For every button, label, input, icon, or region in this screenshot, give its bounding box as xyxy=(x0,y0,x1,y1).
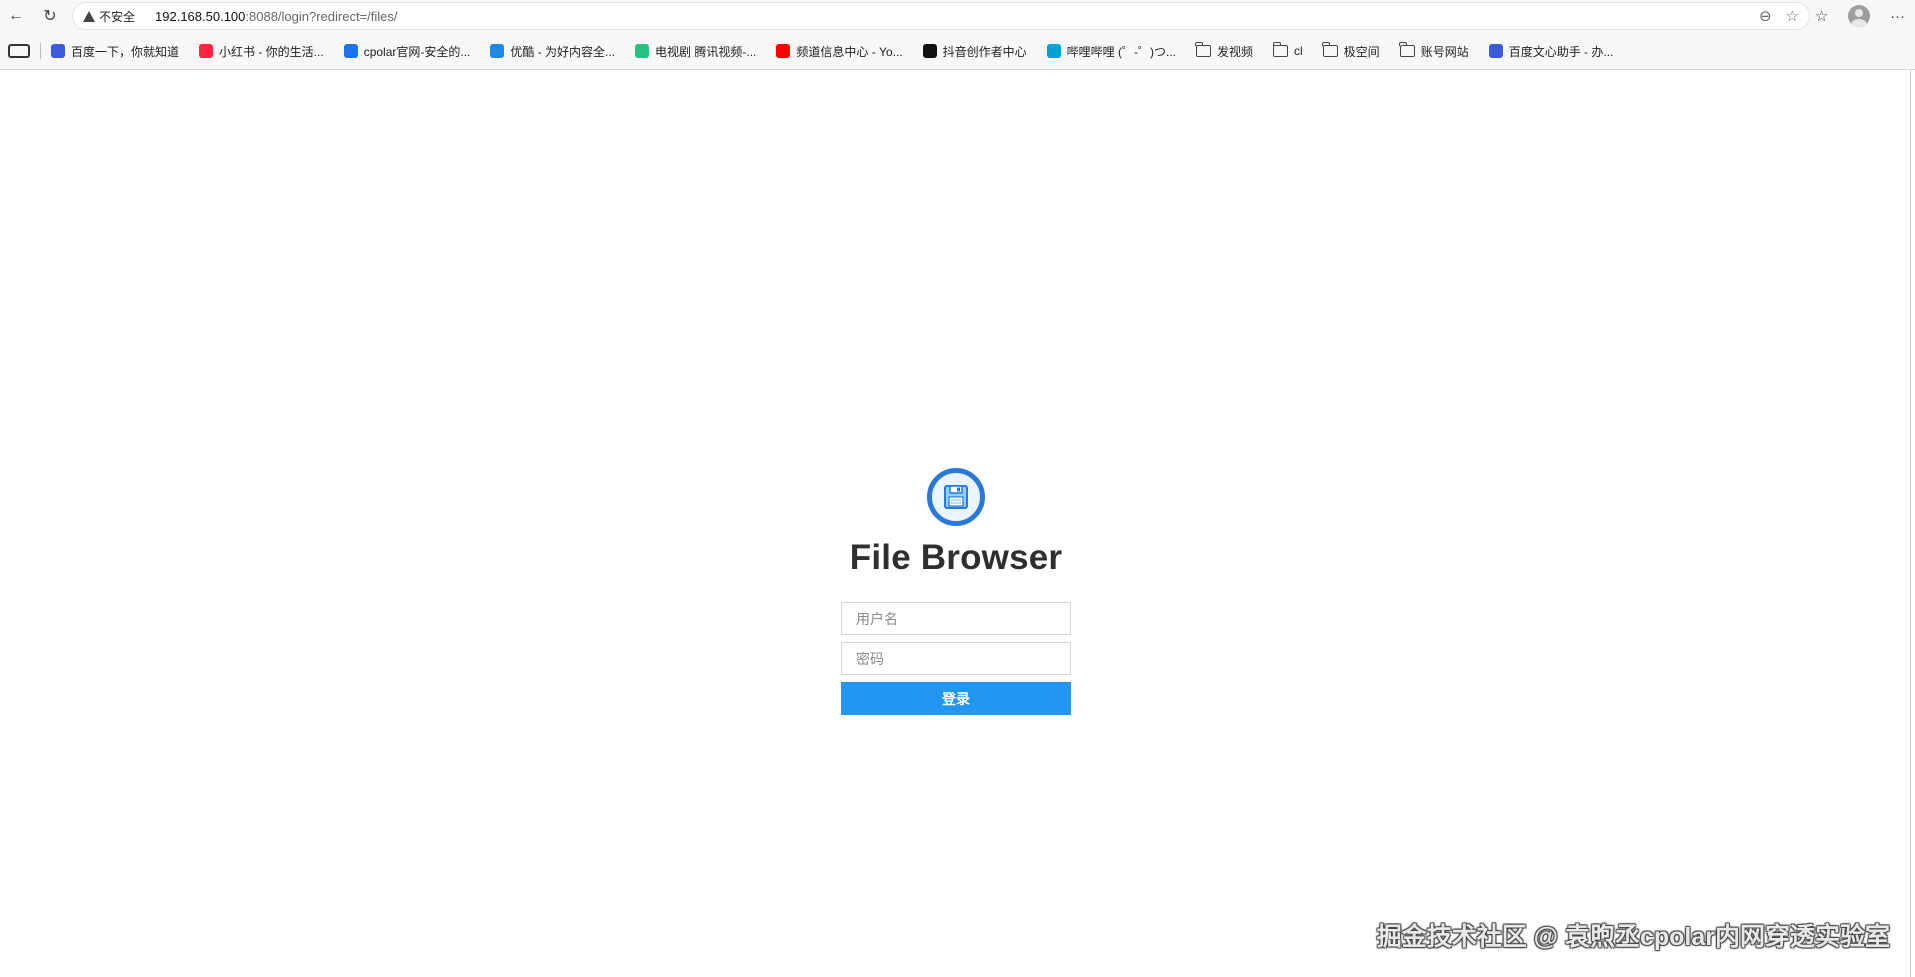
bookmark-label: 百度文心助手 - 办... xyxy=(1508,44,1614,59)
insecure-label: 不安全 xyxy=(99,9,136,24)
bookmark-label: 抖音创作者中心 xyxy=(942,44,1027,59)
username-input[interactable] xyxy=(841,602,1071,635)
site-favicon-icon xyxy=(776,44,791,58)
password-input[interactable] xyxy=(841,642,1071,675)
url-text[interactable]: 192.168.50.100:8088/login?redirect=/file… xyxy=(155,9,398,24)
address-icons: ⊖ ☆ xyxy=(1759,7,1799,25)
bookmark-item[interactable]: 小红书 - 你的生活... xyxy=(199,43,324,60)
bookmark-label: 优酷 - 为好内容全... xyxy=(510,44,616,59)
profile-avatar[interactable] xyxy=(1848,5,1871,27)
bookmark-label: 小红书 - 你的生活... xyxy=(219,44,324,59)
bookmark-label: cpolar官网-安全的... xyxy=(363,44,471,59)
refresh-icon[interactable]: ↻ xyxy=(38,4,62,28)
back-icon[interactable]: ← xyxy=(4,4,28,28)
page-content: File Browser 登录 掘金技术社区 @ 袁煦丞cpolar内网穿透实验… xyxy=(0,70,1915,977)
bookmark-label: 极空间 xyxy=(1343,44,1380,59)
site-favicon-icon xyxy=(343,44,358,58)
folder-icon xyxy=(1399,42,1415,57)
file-browser-logo xyxy=(927,468,985,526)
bookmark-label: 账号网站 xyxy=(1420,44,1469,59)
floppy-disk-icon xyxy=(944,485,968,509)
favorites-icon[interactable]: ☆ xyxy=(1815,7,1828,25)
bookmark-item[interactable]: 发视频 xyxy=(1195,42,1253,60)
bookmark-item[interactable]: 优酷 - 为好内容全... xyxy=(490,43,615,60)
address-bar[interactable]: 不安全 192.168.50.100:8088/login?redirect=/… xyxy=(72,2,1810,30)
bookmark-label: 发视频 xyxy=(1216,44,1253,59)
security-warning[interactable]: 不安全 xyxy=(83,8,135,25)
folder-icon xyxy=(1322,42,1338,57)
login-form: File Browser 登录 xyxy=(841,468,1071,715)
warning-icon xyxy=(83,10,95,22)
bookmark-item[interactable]: cl xyxy=(1272,42,1303,58)
page-edge xyxy=(1910,70,1911,977)
site-favicon-icon xyxy=(635,44,650,58)
bookmark-label: 电视剧 腾讯视频-... xyxy=(655,44,757,59)
folder-icon xyxy=(1195,42,1211,57)
site-favicon-icon xyxy=(199,44,214,58)
bookmark-item[interactable]: 极空间 xyxy=(1322,42,1380,60)
bookmark-item[interactable]: 哔哩哔哩 (゜-゜)つ... xyxy=(1046,43,1176,60)
site-favicon-icon xyxy=(922,44,937,58)
folder-icon xyxy=(1272,42,1288,57)
bookmark-label: cl xyxy=(1294,44,1303,58)
bookmark-list: 百度一下，你就知道 小红书 - 你的生活... cpolar官网-安全的... 优酷 … xyxy=(51,42,1633,60)
collections-icon[interactable] xyxy=(8,44,30,58)
watermark: 掘金技术社区 @ 袁煦丞cpolar内网穿透实验室 xyxy=(1376,923,1890,951)
url-path: :8088/login?redirect=/files/ xyxy=(245,8,398,24)
bookmark-item[interactable]: 电视剧 腾讯视频-... xyxy=(635,43,756,60)
bookmark-label: 哔哩哔哩 (゜-゜)つ... xyxy=(1066,44,1176,59)
zoom-icon[interactable]: ⊖ xyxy=(1759,7,1772,25)
app-title: File Browser xyxy=(849,538,1063,577)
browser-actions: ☆ ··· xyxy=(1805,4,1915,28)
bookmark-label: 百度一下，你就知道 xyxy=(71,44,180,59)
site-favicon-icon xyxy=(1046,44,1061,58)
site-favicon-icon xyxy=(490,44,505,58)
bookmark-item[interactable]: 百度文心助手 - 办... xyxy=(1488,43,1614,60)
bookmark-item[interactable]: 频道信息中心 - Yo... xyxy=(776,43,903,60)
favorite-star-icon[interactable]: ☆ xyxy=(1786,7,1799,25)
bookmark-label: 频道信息中心 - Yo... xyxy=(796,44,903,59)
bookmark-item[interactable]: 百度一下，你就知道 xyxy=(51,43,179,60)
bookmark-divider xyxy=(40,43,41,59)
site-favicon-icon xyxy=(1488,44,1503,58)
login-button[interactable]: 登录 xyxy=(841,682,1071,715)
bookmark-item[interactable]: cpolar官网-安全的... xyxy=(343,43,471,60)
bookmark-item[interactable]: 抖音创作者中心 xyxy=(922,43,1027,60)
more-icon[interactable]: ··· xyxy=(1890,8,1905,25)
url-host: 192.168.50.100 xyxy=(155,8,246,24)
site-favicon-icon xyxy=(51,44,65,58)
browser-toolbar: ← ↻ 不安全 192.168.50.100:8088/login?redire… xyxy=(0,0,1915,32)
browser-chrome: ← ↻ 不安全 192.168.50.100:8088/login?redire… xyxy=(0,0,1915,70)
bookmarks-bar: 百度一下，你就知道 小红书 - 你的生活... cpolar官网-安全的... 优酷 … xyxy=(0,38,1915,64)
bookmark-item[interactable]: 账号网站 xyxy=(1399,42,1469,60)
